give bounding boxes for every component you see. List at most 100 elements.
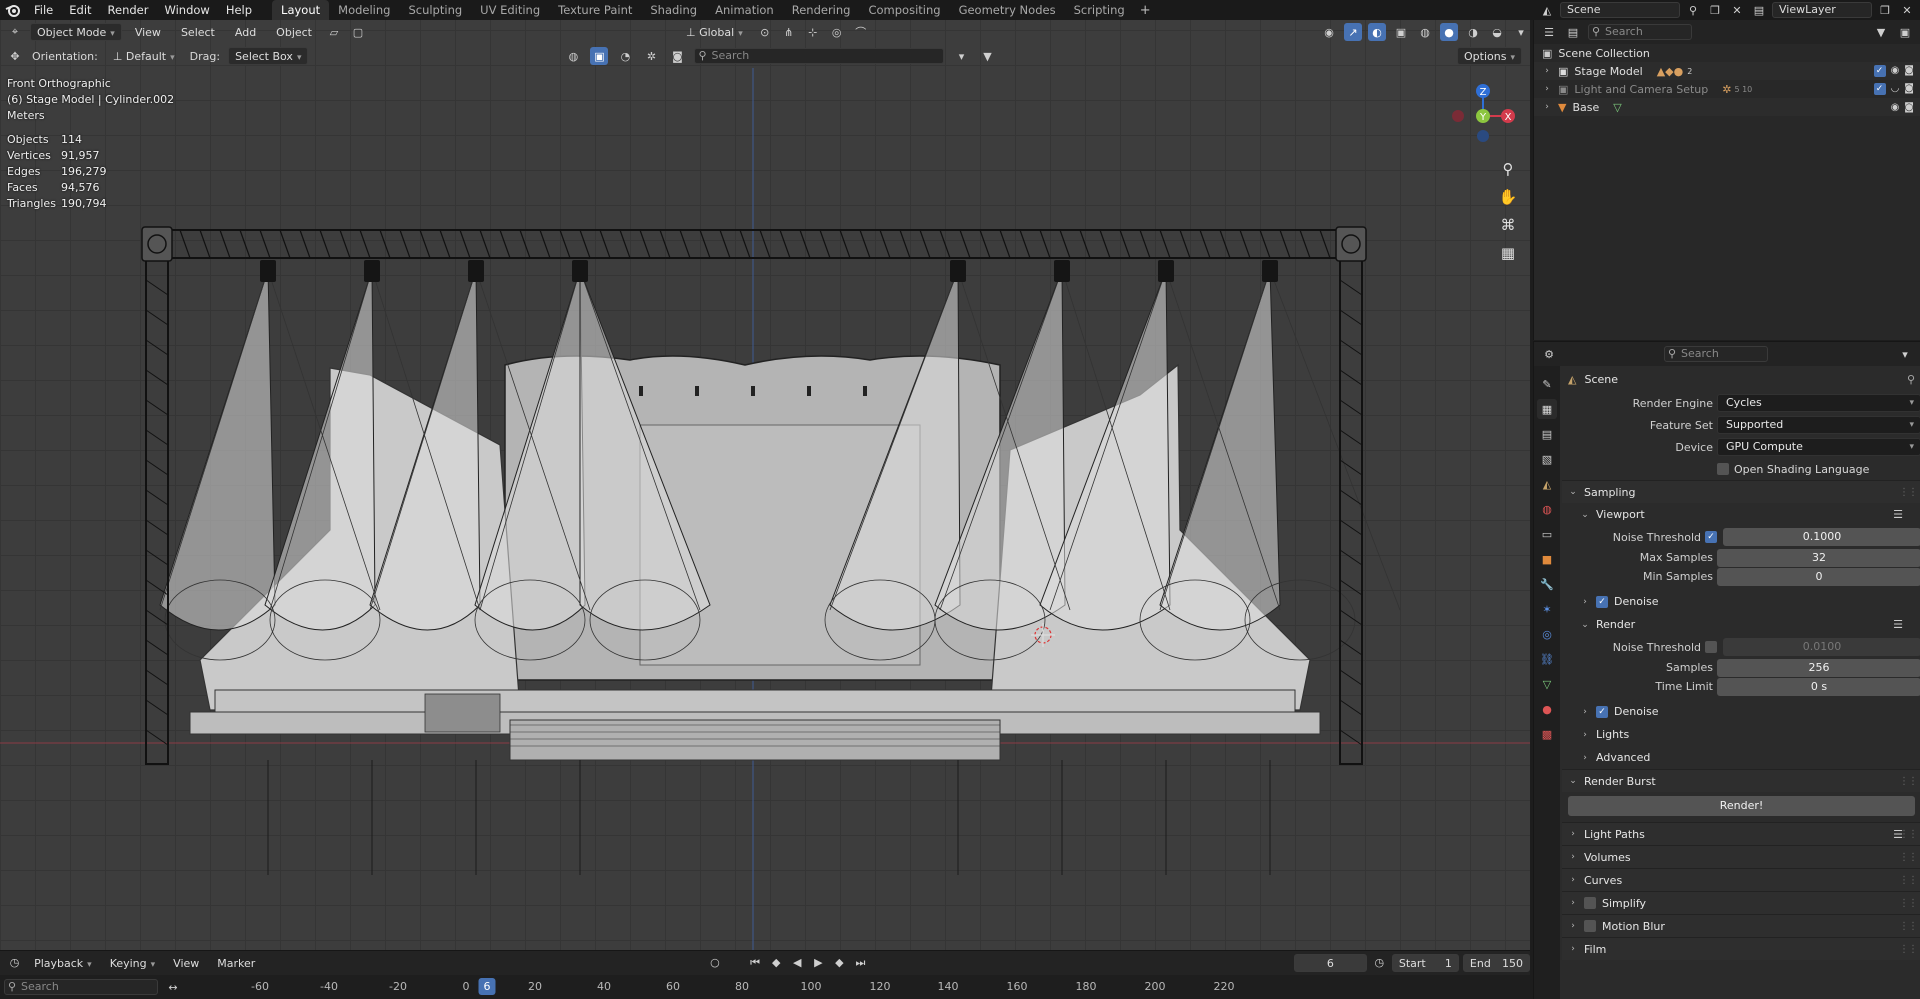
tab-modeling[interactable]: Modeling (329, 0, 399, 20)
vp-noise-threshold-checkbox[interactable]: ✓ (1705, 531, 1717, 543)
preview-range-icon[interactable]: ◷ (1371, 954, 1388, 972)
panel-render-burst[interactable]: ⌄ Render Burst ⋮⋮ (1562, 769, 1920, 792)
new-scene-icon[interactable]: ❐ (1706, 1, 1724, 19)
outliner-item-light-camera[interactable]: › ▣ Light and Camera Setup ✲ 5 10 ✓ ◡ ◙ (1534, 80, 1920, 98)
jump-start-icon[interactable]: ⏮ (747, 954, 764, 972)
feature-set-dropdown[interactable]: Supported ▾ (1717, 416, 1920, 434)
constraints-tab-icon[interactable]: ⛓ (1537, 649, 1557, 669)
motion-blur-checkbox[interactable] (1584, 920, 1596, 932)
new-collection-icon[interactable]: ▣ (1896, 23, 1914, 41)
tab-uv-editing[interactable]: UV Editing (471, 0, 549, 20)
r-denoise-checkbox[interactable]: ✓ (1596, 705, 1608, 718)
panel-r-denoise[interactable]: › ✓ Denoise (1562, 700, 1920, 723)
snap-target-icon[interactable]: ⊹ (804, 23, 822, 41)
new-view-layer-icon[interactable]: ❐ (1876, 1, 1894, 19)
r-noise-threshold-field[interactable]: 0.0100 (1723, 638, 1920, 656)
orientation-dropdown[interactable]: ⊥ Default ▾ (106, 47, 182, 65)
layers-icon[interactable]: ▢ (349, 23, 367, 41)
end-frame-field[interactable]: End 150 (1462, 953, 1530, 972)
tab-shading[interactable]: Shading (641, 0, 706, 20)
menu-render[interactable]: Render (100, 0, 157, 20)
menu-view-timeline[interactable]: View (166, 954, 206, 972)
navigation-gizmo[interactable]: Z X Y (1440, 76, 1520, 156)
shading-wireframe-icon[interactable]: ◍ (1416, 23, 1434, 41)
material-tab-icon[interactable]: ● (1537, 699, 1557, 719)
device-dropdown[interactable]: GPU Compute ▾ (1717, 438, 1920, 456)
drag-handle-icon[interactable]: ⋮⋮ (1899, 852, 1918, 863)
vp-denoise-checkbox[interactable]: ✓ (1596, 595, 1608, 608)
view-layer-tab-icon[interactable]: ▧ (1537, 449, 1557, 469)
play-reverse-icon[interactable]: ◀ (789, 954, 806, 972)
panel-sampling[interactable]: ⌄ Sampling ⋮⋮ (1562, 480, 1920, 503)
presets-list-icon[interactable]: ☰ (1893, 508, 1903, 521)
exclude-checkbox[interactable]: ✓ (1873, 65, 1886, 77)
texture-tab-icon[interactable]: ▩ (1537, 724, 1557, 744)
outliner-item-base[interactable]: › ▼ Base ▽ ◉ ◙ (1534, 98, 1920, 116)
drag-handle-icon[interactable]: ⋮⋮ (1899, 776, 1918, 787)
outliner-item-stage-model[interactable]: › ▣ Stage Model ▲◆● 2 ✓ ◉ ◙ (1534, 62, 1920, 80)
tab-rendering[interactable]: Rendering (783, 0, 860, 20)
shading-solid-icon[interactable]: ● (1440, 23, 1458, 41)
vp-max-samples-field[interactable]: 32 (1717, 548, 1920, 567)
panel-viewport[interactable]: ⌄ Viewport ☰ (1562, 503, 1920, 526)
play-icon[interactable]: ▶ (810, 954, 827, 972)
osl-checkbox[interactable] (1717, 463, 1729, 475)
gizmo-toggle-icon[interactable]: ↗ (1344, 23, 1362, 41)
tab-animation[interactable]: Animation (706, 0, 783, 20)
snap-icon[interactable]: ⋔ (780, 23, 798, 41)
filter-mesh-icon[interactable]: ▣ (590, 47, 609, 65)
panel-advanced[interactable]: › Advanced (1562, 746, 1920, 769)
mode-dropdown[interactable]: Object Mode ▾ (30, 23, 122, 41)
world-tab-icon[interactable]: ◍ (1537, 499, 1557, 519)
blender-logo-icon[interactable] (0, 0, 26, 20)
panel-lights[interactable]: › Lights (1562, 723, 1920, 746)
drag-handle-icon[interactable]: ⋮⋮ (1899, 829, 1918, 840)
drag-handle-icon[interactable]: ⋮⋮ (1899, 944, 1918, 955)
presets-list-icon[interactable]: ☰ (1893, 618, 1903, 631)
osl-checkbox-row[interactable]: Open Shading Language (1717, 463, 1869, 476)
vp-min-samples-field[interactable]: 0 (1717, 567, 1920, 586)
timeline-editor-icon[interactable]: ◷ (6, 954, 23, 972)
timeline-ruler[interactable]: ⚲ Search ↔ -60 -40 -20 0 20 40 60 80 100 … (0, 975, 1530, 999)
menu-view[interactable]: View (128, 23, 168, 41)
drag-handle-icon[interactable]: ⋮⋮ (1899, 487, 1918, 498)
menu-edit[interactable]: Edit (61, 0, 99, 20)
display-mode-icon[interactable]: ▤ (1564, 23, 1582, 41)
scene-name-field[interactable]: Scene (1560, 2, 1680, 18)
eye-closed-icon[interactable]: ◡ (1891, 83, 1900, 95)
panel-curves[interactable]: › Curves ⋮⋮ (1562, 868, 1920, 891)
menu-window[interactable]: Window (156, 0, 217, 20)
menu-marker[interactable]: Marker (210, 954, 262, 972)
output-tab-icon[interactable]: ▤ (1537, 424, 1557, 444)
vp-noise-threshold-field[interactable]: 0.1000 (1723, 528, 1920, 546)
panel-light-paths[interactable]: › Light Paths ☰ ⋮⋮ (1562, 822, 1920, 845)
menu-help[interactable]: Help (218, 0, 260, 20)
r-samples-field[interactable]: 256 (1717, 658, 1920, 677)
camera-view-icon[interactable]: ⌘ (1495, 212, 1521, 238)
visibility-icon[interactable]: ◉ (1320, 23, 1338, 41)
properties-editor-icon[interactable]: ⚙ (1540, 345, 1558, 363)
camera-icon[interactable]: ◙ (1904, 83, 1914, 95)
perspective-grid-icon[interactable]: ▦ (1495, 240, 1521, 266)
eye-icon[interactable]: ◉ (1891, 65, 1900, 77)
simplify-checkbox[interactable] (1584, 897, 1596, 909)
render-tab-icon[interactable]: ▦ (1537, 399, 1557, 419)
tab-scripting[interactable]: Scripting (1065, 0, 1134, 20)
menu-add[interactable]: Add (228, 23, 263, 41)
collection-icon[interactable]: ▱ (325, 23, 343, 41)
tab-compositing[interactable]: Compositing (859, 0, 949, 20)
render-button[interactable]: Render! (1568, 796, 1915, 816)
filter-icon[interactable]: ▼ (1872, 23, 1890, 41)
viewport-search-input[interactable]: ⚲ Search (694, 48, 945, 64)
particles-tab-icon[interactable]: ✶ (1537, 599, 1557, 619)
outliner-editor-icon[interactable]: ☰ (1540, 23, 1558, 41)
drag-dropdown[interactable]: Select Box ▾ (228, 47, 309, 65)
add-workspace-icon[interactable]: + (1134, 3, 1157, 18)
collapse-arrows-icon[interactable]: ↔ (164, 978, 182, 996)
view-layer-field[interactable]: ViewLayer (1772, 2, 1872, 18)
auto-key-icon[interactable]: ○ (706, 954, 723, 972)
3d-viewport[interactable]: ⌖ Object Mode ▾ View Select Add Object ▱ … (0, 20, 1530, 950)
bookmark-icon[interactable]: ▾ (952, 47, 970, 65)
scene-tab-icon[interactable]: ◭ (1537, 474, 1557, 494)
panel-render-sampling[interactable]: ⌄ Render ☰ (1562, 613, 1920, 636)
